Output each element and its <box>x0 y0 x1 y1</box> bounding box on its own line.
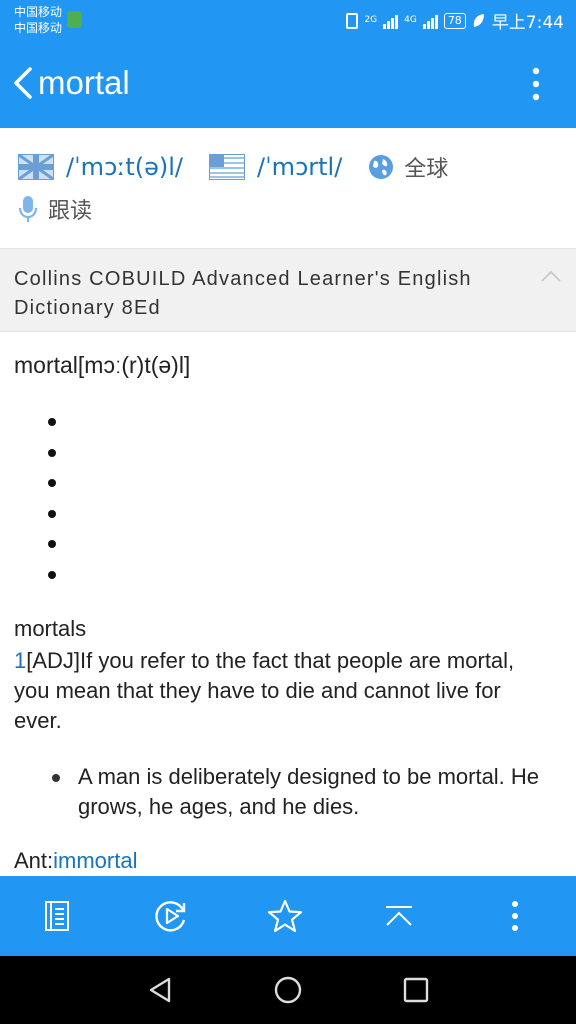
pronunciation-panel: /ˈmɔːt(ə)l/ /ˈmɔrtl/ 全球 跟读 <box>0 128 576 248</box>
replay-button[interactable] <box>151 896 191 936</box>
signal-1-icon <box>383 13 399 29</box>
global-pronunciation-button[interactable]: 全球 <box>368 151 448 183</box>
network-type-1: 2G <box>364 15 378 25</box>
headword: mortal[mɔː(r)t(ə)l] <box>14 352 191 378</box>
leaf-icon <box>473 13 484 27</box>
chevron-up-icon[interactable] <box>540 269 562 283</box>
back-button[interactable] <box>10 66 40 100</box>
network-type-2: 4G <box>404 15 417 25</box>
carrier-1: 中国移动 <box>14 5 63 19</box>
square-recents-icon <box>403 977 429 1003</box>
star-icon <box>267 899 303 933</box>
antonym-label: Ant: <box>14 848 54 873</box>
triangle-back-icon <box>149 977 171 1003</box>
circle-home-icon <box>274 976 302 1004</box>
vibrate-icon <box>346 12 359 29</box>
antonym: Ant:immortal <box>14 848 137 874</box>
nav-home-button[interactable] <box>271 973 305 1007</box>
chevron-left-icon <box>14 67 32 99</box>
more-vertical-icon <box>512 901 518 931</box>
page-title: mortal <box>38 64 130 101</box>
follow-read-label: 跟读 <box>48 199 93 224</box>
toolbar-more-button[interactable] <box>495 896 535 936</box>
notebook-button[interactable] <box>37 896 77 936</box>
globe-icon <box>369 155 394 179</box>
example-item: A man is deliberately designed to be mor… <box>40 762 540 822</box>
inflection: mortals <box>14 616 87 641</box>
example-bullet <box>52 774 60 782</box>
antonym-link[interactable]: immortal <box>53 848 137 873</box>
security-shield-icon <box>67 11 82 28</box>
clock: 早上7:44 <box>491 13 564 33</box>
more-vertical-icon <box>532 67 540 101</box>
notebook-icon <box>45 901 69 931</box>
carrier-info: 中国移动 中国移动 <box>14 4 62 36</box>
battery-indicator: 78 <box>443 12 466 29</box>
nav-recents-button[interactable] <box>399 973 433 1007</box>
scroll-top-button[interactable] <box>379 896 419 936</box>
microphone-icon <box>18 196 38 222</box>
dictionary-name: Collins COBUILD Advanced Learner's Engli… <box>14 268 472 319</box>
app-bar: mortal <box>0 40 576 128</box>
replay-icon <box>155 901 186 932</box>
us-pronunciation[interactable]: /ˈmɔrtl/ <box>257 153 342 181</box>
sense-number: 1 <box>14 648 27 673</box>
status-bar: 中国移动 中国移动 2G 4G 78 早上7:44 <box>0 0 576 40</box>
status-icons: 2G 4G 78 早上7:44 <box>346 8 564 33</box>
signal-2-icon <box>422 13 438 29</box>
pronunciation-row: /ˈmɔːt(ə)l/ /ˈmɔrtl/ 全球 <box>18 150 448 184</box>
bottom-toolbar <box>0 876 576 956</box>
nav-back-button[interactable] <box>143 973 177 1007</box>
uk-flag-icon[interactable] <box>18 154 54 180</box>
carrier-2: 中国移动 <box>14 21 63 35</box>
entry-content: mortal[mɔː(r)t(ə)l] mortals 1[ADJ]If you… <box>0 332 576 876</box>
scroll-top-icon <box>386 906 412 926</box>
follow-read-button[interactable]: 跟读 <box>18 192 92 226</box>
system-nav-bar <box>0 956 576 1024</box>
dictionary-header[interactable]: Collins COBUILD Advanced Learner's Engli… <box>0 248 576 332</box>
more-options-button[interactable] <box>526 66 546 102</box>
definition: 1[ADJ]If you refer to the fact that peop… <box>14 646 544 736</box>
us-flag-icon[interactable] <box>209 154 245 180</box>
global-label: 全球 <box>404 157 449 182</box>
favorite-button[interactable] <box>265 896 305 936</box>
uk-pronunciation[interactable]: /ˈmɔːt(ə)l/ <box>66 153 183 181</box>
example-text: A man is deliberately designed to be mor… <box>78 764 540 819</box>
definition-text: [ADJ]If you refer to the fact that peopl… <box>14 648 515 733</box>
